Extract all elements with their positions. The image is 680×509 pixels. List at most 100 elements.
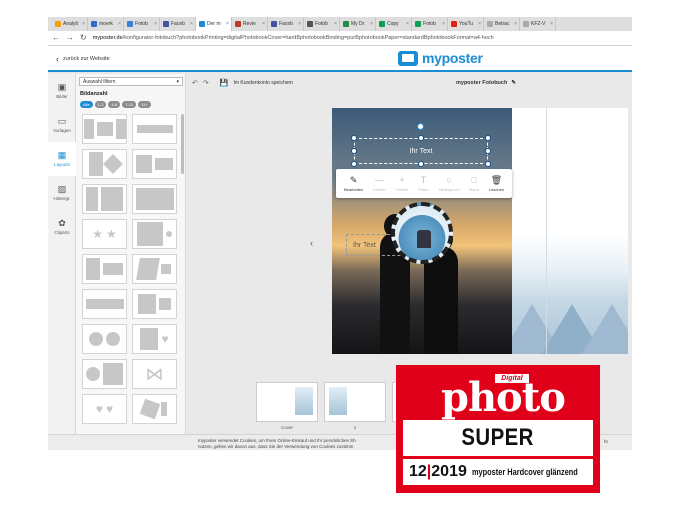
resize-handle[interactable] — [418, 161, 424, 167]
rotate-handle[interactable] — [417, 123, 424, 130]
browser-tab[interactable]: Fotob × — [304, 17, 340, 31]
close-tab-icon[interactable]: × — [550, 21, 553, 27]
panel-scrollbar[interactable] — [181, 114, 184, 174]
browser-tab[interactable]: Fotob × — [124, 17, 160, 31]
layout-thumb[interactable] — [132, 254, 177, 284]
browser-tab[interactable]: Analyti × — [52, 17, 88, 31]
popup-text-color-button[interactable]: T Farbe — [418, 175, 428, 192]
browser-tab[interactable]: YouTu × — [448, 17, 484, 31]
layout-thumb[interactable] — [82, 114, 127, 144]
browser-tab[interactable]: Fotob × — [412, 17, 448, 31]
close-tab-icon[interactable]: × — [154, 21, 157, 27]
close-tab-icon[interactable]: × — [334, 21, 337, 27]
layout-thumb[interactable]: ♥ ♥ — [82, 394, 127, 424]
browser-tab[interactable]: My Dr × — [340, 17, 376, 31]
rail-item-background[interactable]: ▨ Hintergr. — [48, 176, 76, 210]
layout-thumb[interactable]: ★ ★ — [82, 219, 127, 249]
url-text[interactable]: myposter.de/konfigurator-fotobuch?photob… — [93, 35, 494, 41]
popup-border-button[interactable]: □ Rand — [469, 174, 479, 192]
close-tab-icon[interactable]: × — [370, 21, 373, 27]
badge-rating: SUPER — [403, 420, 593, 456]
layout-thumb[interactable] — [82, 359, 127, 389]
filmstrip-thumb-1[interactable] — [324, 382, 386, 422]
resize-handle[interactable] — [351, 161, 357, 167]
close-tab-icon[interactable]: × — [442, 21, 445, 27]
cookie-more-link[interactable]: hr — [604, 439, 608, 445]
layout-thumb[interactable]: ♥ — [132, 324, 177, 354]
close-tab-icon[interactable]: × — [298, 21, 301, 27]
filmstrip-thumb-cover[interactable] — [256, 382, 318, 422]
close-tab-icon[interactable]: × — [406, 21, 409, 27]
layout-thumb[interactable]: ⋈ — [132, 359, 177, 389]
rail-item-clipart[interactable]: ✿ Cliparts — [48, 210, 76, 244]
border-icon: □ — [471, 174, 477, 185]
star-icon: ★ — [92, 227, 103, 241]
back-to-website-link[interactable]: ‹ zurück zur Website — [56, 54, 110, 64]
browser-tab[interactable]: Revie × — [232, 17, 268, 31]
popup-background-circle-button[interactable]: ○ Hintergrund — [439, 175, 460, 192]
save-to-account-button[interactable]: Im Kundenkonto speichern — [233, 80, 292, 86]
resize-handle[interactable] — [418, 135, 424, 141]
count-chip[interactable]: 11+ — [138, 101, 151, 108]
close-tab-icon[interactable]: × — [262, 21, 265, 27]
browser-tab[interactable]: Faceb × — [160, 17, 196, 31]
layout-thumb[interactable] — [132, 149, 177, 179]
count-chip[interactable]: 4-6 — [108, 101, 121, 108]
mountain-photo[interactable] — [512, 234, 628, 354]
back-arrow-icon[interactable]: ← — [52, 34, 60, 42]
close-tab-icon[interactable]: × — [514, 21, 517, 27]
count-chip[interactable]: 7-10 — [122, 101, 137, 108]
resize-handle[interactable] — [485, 161, 491, 167]
close-tab-icon[interactable]: × — [226, 21, 229, 27]
layout-thumb[interactable] — [132, 289, 177, 319]
filter-select[interactable]: Auswahl filtern ▾ — [79, 77, 183, 86]
close-tab-icon[interactable]: × — [478, 21, 481, 27]
undo-icon[interactable]: ↶ — [192, 79, 198, 87]
address-bar[interactable]: ← → ↻ myposter.de/konfigurator-fotobuch?… — [48, 31, 632, 46]
browser-tab[interactable]: Faceb × — [268, 17, 304, 31]
layout-thumb[interactable] — [132, 219, 177, 249]
redo-icon[interactable]: ↷ — [203, 79, 209, 87]
star-icon: ★ — [106, 227, 117, 241]
rail-item-images[interactable]: ▣ Bilder — [48, 74, 76, 108]
book-title[interactable]: myposter Fotobuch ✎ — [456, 80, 516, 86]
browser-tab[interactable]: moerk × — [88, 17, 124, 31]
popup-minus-button[interactable]: — Kleiner — [373, 175, 385, 192]
browser-tab[interactable]: Betrac × — [484, 17, 520, 31]
rail-item-layouts[interactable]: ▦ Layouts — [48, 142, 76, 176]
close-tab-icon[interactable]: × — [118, 21, 121, 27]
previous-page-arrow-icon[interactable]: ‹ — [310, 238, 313, 248]
resize-handle[interactable] — [351, 135, 357, 141]
layout-thumb[interactable] — [132, 114, 177, 144]
layout-thumb[interactable] — [82, 254, 127, 284]
save-icon[interactable]: 💾 — [220, 79, 229, 87]
popup-pencil-button[interactable]: ✎ Bearbeiten — [344, 175, 363, 192]
layout-thumb[interactable] — [82, 184, 127, 214]
browser-tab[interactable]: KFZ-V × — [520, 17, 556, 31]
tab-favicon-icon — [127, 21, 133, 27]
circle-photo-frame[interactable] — [391, 202, 453, 264]
resize-handle[interactable] — [485, 135, 491, 141]
count-chip[interactable]: Alle — [80, 101, 93, 108]
rail-item-templates[interactable]: ▭ Vorlagen — [48, 108, 76, 142]
right-page[interactable] — [512, 108, 628, 354]
popup-trash-button[interactable]: 🗑 Löschen — [489, 175, 504, 192]
close-tab-icon[interactable]: × — [82, 21, 85, 27]
layout-thumb[interactable] — [132, 394, 177, 424]
layout-thumb[interactable] — [82, 149, 127, 179]
layout-thumb[interactable] — [82, 289, 127, 319]
forward-arrow-icon[interactable]: → — [66, 34, 74, 42]
edit-pencil-icon[interactable]: ✎ — [511, 80, 516, 86]
browser-tab[interactable]: Copy × — [376, 17, 412, 31]
layout-thumb[interactable] — [82, 324, 127, 354]
layout-thumb[interactable] — [132, 184, 177, 214]
resize-handle[interactable] — [351, 148, 357, 154]
close-tab-icon[interactable]: × — [190, 21, 193, 27]
reload-icon[interactable]: ↻ — [80, 34, 87, 42]
browser-tab[interactable]: Der m × — [196, 17, 232, 31]
tab-favicon-icon — [91, 21, 97, 27]
popup-plus-button[interactable]: + Größer — [396, 175, 409, 192]
myposter-logo[interactable]: myposter — [398, 50, 483, 66]
count-chip[interactable]: 1-3 — [94, 101, 107, 108]
resize-handle[interactable] — [485, 148, 491, 154]
